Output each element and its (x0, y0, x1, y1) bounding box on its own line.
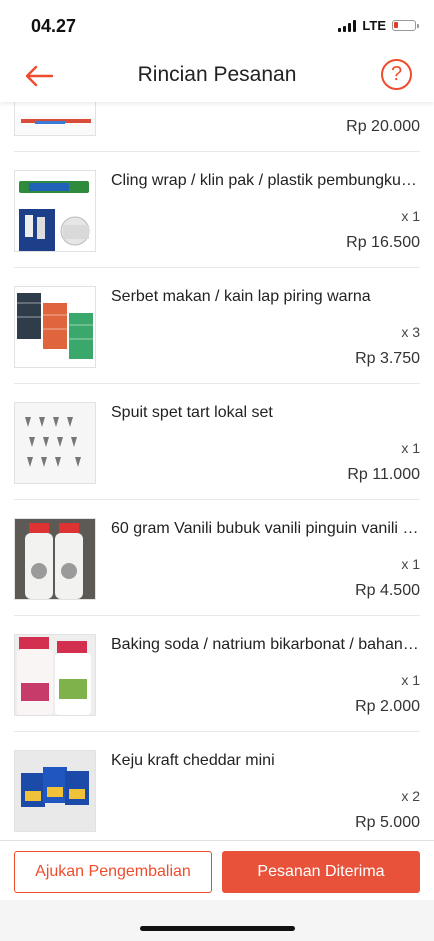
item-qty: x 1 (401, 556, 420, 572)
order-received-button[interactable]: Pesanan Diterima (222, 851, 420, 893)
cheese-pack-image (14, 750, 96, 832)
vanilla-bottle-image (14, 518, 96, 600)
item-name: Spuit spet tart lokal set (111, 404, 273, 421)
item-price: Rp 3.750 (355, 350, 420, 367)
request-return-button[interactable]: Ajukan Pengembalian (14, 851, 212, 893)
network-label: LTE (362, 18, 386, 33)
item-qty: x 3 (401, 324, 420, 340)
list-item[interactable]: 60 gram Vanili bubuk vanili pinguin vani… (0, 500, 434, 616)
item-qty: x 1 (401, 672, 420, 688)
item-price: Rp 16.500 (346, 234, 420, 251)
list-item[interactable]: Spuit spet tart lokal set x 1 Rp 11.000 (0, 384, 434, 500)
item-qty: x 2 (401, 788, 420, 804)
list-item[interactable]: Serbet makan / kain lap piring warna x 3… (0, 268, 434, 384)
item-name: Keju kraft cheddar mini (111, 752, 275, 769)
item-name: Baking soda / natrium bikarbonat / bahan… (111, 636, 421, 653)
cling-wrap-image (14, 170, 96, 252)
item-price: Rp 20.000 (346, 118, 420, 135)
baking-soda-image (14, 634, 96, 716)
home-indicator[interactable] (140, 926, 295, 931)
napkin-image (14, 286, 96, 368)
item-name: Cling wrap / klin pak / plastik pembungk… (111, 172, 421, 189)
page-title: Rincian Pesanan (137, 63, 297, 86)
home-indicator-area (0, 900, 434, 941)
item-qty: x 1 (401, 440, 420, 456)
item-qty: x 1 (401, 208, 420, 224)
status-time: 04.27 (31, 16, 77, 36)
help-button[interactable]: ? (381, 59, 412, 90)
list-item[interactable]: Baking soda / natrium bikarbonat / bahan… (0, 616, 434, 732)
item-price: Rp 4.500 (355, 582, 420, 599)
item-price: Rp 5.000 (355, 814, 420, 831)
order-item-list[interactable]: Rp 20.000 Cling wrap / klin pak / plasti… (0, 102, 434, 840)
piping-tips-image (14, 402, 96, 484)
item-name: Serbet makan / kain lap piring warna (111, 288, 371, 305)
item-price: Rp 11.000 (347, 466, 420, 483)
item-name: 60 gram Vanili bubuk vanili pinguin vani… (111, 520, 421, 537)
list-item[interactable]: Keju kraft cheddar mini x 2 Rp 5.000 (0, 732, 434, 840)
action-bar: Ajukan Pengembalian Pesanan Diterima (0, 840, 434, 901)
status-bar: 04.27 LTE (0, 0, 434, 50)
status-indicators: LTE (338, 18, 419, 33)
signal-icon (338, 19, 357, 32)
list-item[interactable]: Cling wrap / klin pak / plastik pembungk… (0, 152, 434, 268)
battery-icon (392, 20, 419, 31)
item-price: Rp 2.000 (355, 698, 420, 715)
header: Rincian Pesanan ? (0, 50, 434, 102)
list-item[interactable]: Rp 20.000 (0, 102, 434, 152)
product-image (14, 102, 96, 136)
